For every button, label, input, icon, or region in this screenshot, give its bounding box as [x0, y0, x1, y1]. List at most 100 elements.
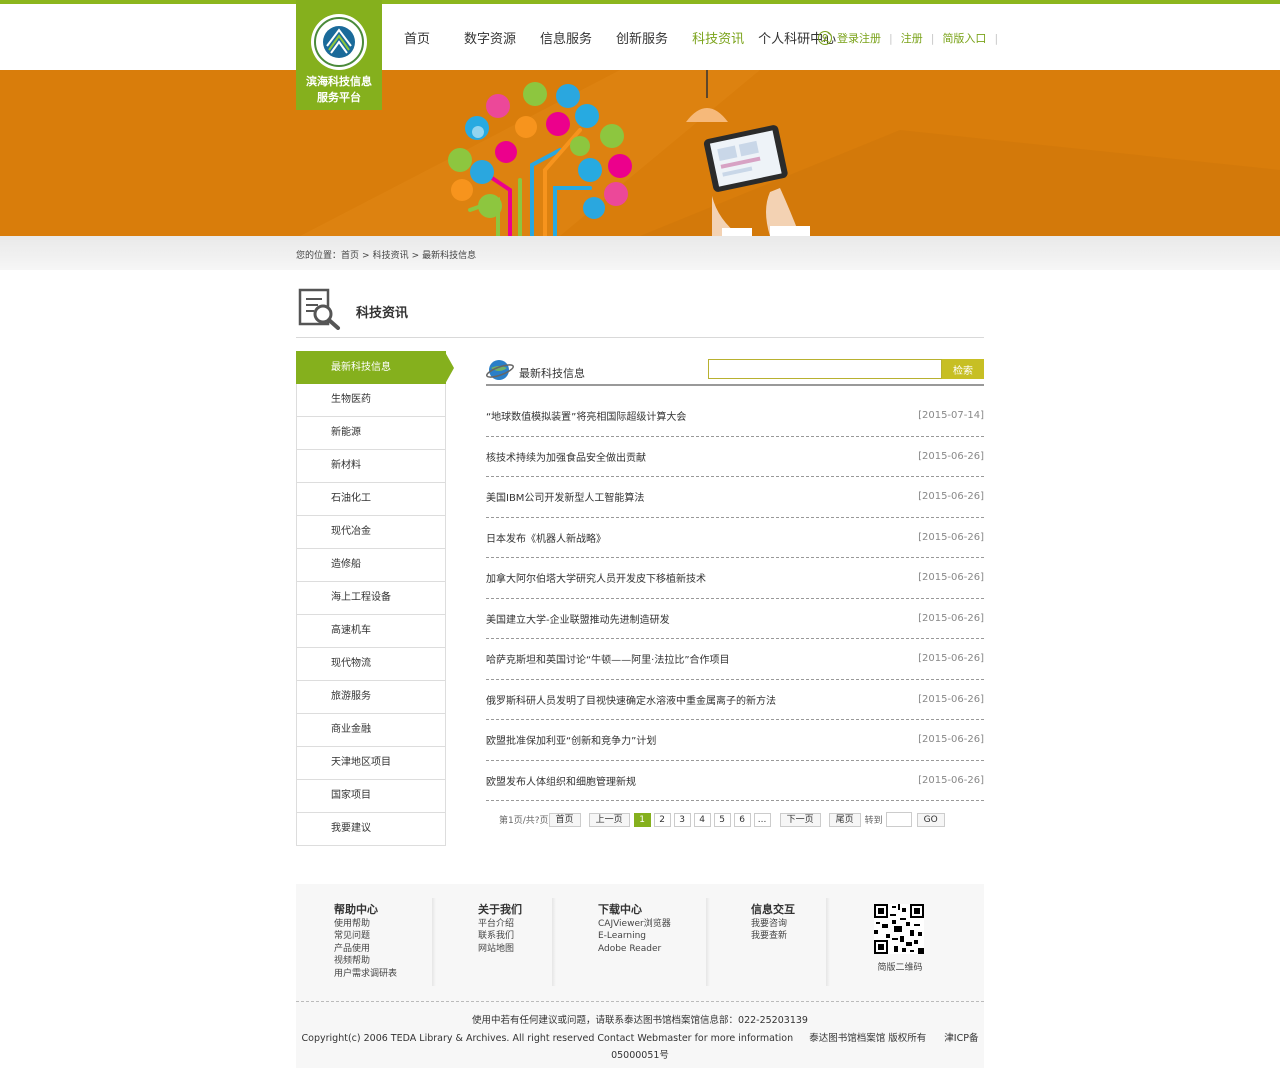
footer-icp-number: 05000051号 — [611, 1050, 669, 1061]
sidebar-item-logistics[interactable]: 现代物流 — [296, 648, 446, 681]
auth-links: 登录注册 | 注册 | 简版入口 | — [818, 30, 1006, 46]
news-title-link[interactable]: 核技术持续为加强食品安全做出贡献 — [486, 449, 646, 464]
go-button[interactable]: GO — [916, 812, 945, 827]
news-title-link[interactable]: 俄罗斯科研人员发明了目视快速确定水溶液中重金属离子的新方法 — [486, 692, 776, 707]
sidebar-item-biomedicine[interactable]: 生物医药 — [296, 384, 446, 417]
sidebar-item-tianjin-projects[interactable]: 天津地区项目 — [296, 747, 446, 780]
divider: | — [930, 31, 935, 45]
section-title: 科技资讯 — [356, 306, 409, 321]
page-number-button[interactable]: 1 — [633, 812, 651, 827]
footer-link[interactable]: 联系我们 — [478, 930, 522, 943]
next-page-button[interactable]: 下一页 — [779, 812, 821, 827]
news-item[interactable]: 俄罗斯科研人员发明了目视快速确定水溶液中重金属离子的新方法 [2015-06-26… — [486, 680, 984, 720]
news-title-link[interactable]: 加拿大阿尔伯塔大学研究人员开发皮下移植新技术 — [486, 570, 706, 585]
logo-title-line2: 服务平台 — [317, 91, 361, 104]
search-input[interactable] — [708, 359, 942, 379]
news-date: [2015-06-26] — [918, 491, 984, 503]
footer-col-title: 帮助中心 — [334, 903, 378, 916]
footer-icp: 津ICP备 — [944, 1033, 979, 1044]
prev-page-button[interactable]: 上一页 — [588, 812, 630, 827]
globe-icon — [486, 360, 514, 380]
news-title-link[interactable]: “地球数值模拟装置”将亮相国际超级计算大会 — [486, 408, 686, 423]
page-number-button[interactable]: 6 — [733, 812, 751, 827]
category-sidebar: 最新科技信息 生物医药 新能源 新材料 石油化工 现代冶金 造修船 海上工程设备… — [296, 351, 454, 846]
sidebar-item-shipbuilding[interactable]: 造修船 — [296, 549, 446, 582]
footer-link[interactable]: 常见问题 — [334, 930, 397, 943]
section-header: 科技资讯 — [296, 284, 984, 338]
footer-link[interactable]: CAJViewer浏览器 — [598, 918, 671, 931]
sidebar-item-latest[interactable]: 最新科技信息 — [296, 351, 454, 384]
page-number-button[interactable]: 5 — [713, 812, 731, 827]
news-title-link[interactable]: 日本发布《机器人新战略》 — [486, 530, 606, 545]
news-title-link[interactable]: 哈萨克斯坦和英国讨论“牛顿——阿里·法拉比”合作项目 — [486, 651, 730, 666]
news-item[interactable]: 欧盟发布人体组织和细胞管理新规 [2015-06-26] — [486, 761, 984, 801]
news-title: 最新科技信息 — [519, 367, 585, 380]
sidebar-item-metallurgy[interactable]: 现代冶金 — [296, 516, 446, 549]
footer-link[interactable]: 我要查新 — [751, 930, 795, 943]
last-page-button[interactable]: 尾页 — [828, 812, 861, 827]
nav-home[interactable]: 首页 — [392, 28, 442, 47]
news-title-link[interactable]: 欧盟发布人体组织和细胞管理新规 — [486, 773, 636, 788]
footer-link[interactable]: Adobe Reader — [598, 943, 671, 956]
sidebar-item-petrochemical[interactable]: 石油化工 — [296, 483, 446, 516]
sidebar-item-new-energy[interactable]: 新能源 — [296, 417, 446, 450]
simple-version-link[interactable]: 简版入口 — [942, 30, 986, 46]
breadcrumb-prefix: 您的位置： — [296, 251, 342, 261]
sidebar-item-high-speed-rail[interactable]: 高速机车 — [296, 615, 446, 648]
news-item[interactable]: 核技术持续为加强食品安全做出贡献 [2015-06-26] — [486, 437, 984, 477]
login-link[interactable]: 登录注册 — [837, 30, 881, 46]
breadcrumb-separator: > — [411, 251, 420, 261]
breadcrumb: 您的位置：首页 > 科技资讯 > 最新科技信息 — [296, 248, 479, 261]
sidebar-item-new-materials[interactable]: 新材料 — [296, 450, 446, 483]
news-title-link[interactable]: 美国建立大学-企业联盟推动先进制造研发 — [486, 611, 670, 626]
footer-link[interactable]: 用户需求调研表 — [334, 968, 397, 981]
hero-banner — [0, 70, 1280, 236]
sidebar-item-national-projects[interactable]: 国家项目 — [296, 780, 446, 813]
site-logo[interactable]: 滨海科技信息 服务平台 — [296, 0, 382, 110]
footer-link[interactable]: 平台介绍 — [478, 918, 522, 931]
divider: | — [994, 31, 999, 45]
news-item[interactable]: 美国建立大学-企业联盟推动先进制造研发 [2015-06-26] — [486, 599, 984, 639]
news-item[interactable]: 美国IBM公司开发新型人工智能算法 [2015-06-26] — [486, 477, 984, 518]
news-item[interactable]: 欧盟批准保加利亚“创新和竞争力”计划 [2015-06-26] — [486, 720, 984, 761]
breadcrumb-section[interactable]: 科技资讯 — [373, 251, 409, 261]
sidebar-item-offshore-equipment[interactable]: 海上工程设备 — [296, 582, 446, 615]
footer-link[interactable]: 视频帮助 — [334, 955, 397, 968]
footer-owner: 泰达图书馆档案馆 版权所有 — [809, 1033, 927, 1044]
news-item[interactable]: 日本发布《机器人新战略》 [2015-06-26] — [486, 518, 984, 558]
footer-link[interactable]: E-Learning — [598, 930, 671, 943]
qr-label: 简版二维码 — [877, 963, 923, 973]
nav-innovation-services[interactable]: 创新服务 — [604, 28, 680, 47]
news-title-link[interactable]: 美国IBM公司开发新型人工智能算法 — [486, 489, 644, 504]
pagination: 第1页/共?页 首页 上一页 1 2 3 4 5 6... 下一页 尾页 转到 GO — [486, 812, 984, 827]
first-page-button[interactable]: 首页 — [548, 812, 581, 827]
register-link[interactable]: 注册 — [901, 30, 923, 46]
news-item[interactable]: 加拿大阿尔伯塔大学研究人员开发皮下移植新技术 [2015-06-26] — [486, 558, 984, 599]
nav-info-services[interactable]: 信息服务 — [528, 28, 604, 47]
page-number-button[interactable]: 4 — [693, 812, 711, 827]
nav-digital-resources[interactable]: 数字资源 — [442, 28, 528, 47]
breadcrumb-current: 最新科技信息 — [422, 251, 477, 261]
news-item[interactable]: “地球数值模拟装置”将亮相国际超级计算大会 [2015-07-14] — [486, 396, 984, 437]
footer-link[interactable]: 使用帮助 — [334, 918, 397, 931]
footer-col-title: 关于我们 — [478, 903, 522, 916]
sidebar-item-tourism[interactable]: 旅游服务 — [296, 681, 446, 714]
search-button[interactable]: 检索 — [942, 359, 984, 379]
footer-link[interactable]: 网站地图 — [478, 943, 522, 956]
page-number-button[interactable]: 2 — [653, 812, 671, 827]
sidebar-item-suggestions[interactable]: 我要建议 — [296, 813, 446, 846]
footer-col-help: 帮助中心 使用帮助 常见问题 产品使用 视频帮助 用户需求调研表 — [334, 903, 397, 981]
page-number-button[interactable]: 3 — [673, 812, 691, 827]
goto-page-input[interactable] — [885, 812, 912, 827]
footer-link[interactable]: 产品使用 — [334, 943, 397, 956]
page-number-button[interactable]: ... — [753, 812, 771, 827]
news-title-link[interactable]: 欧盟批准保加利亚“创新和竞争力”计划 — [486, 732, 656, 747]
footer-link[interactable]: 我要咨询 — [751, 918, 795, 931]
news-item[interactable]: 哈萨克斯坦和英国讨论“牛顿——阿里·法拉比”合作项目 [2015-06-26] — [486, 639, 984, 680]
footer-separator — [296, 1001, 984, 1002]
qr-code-icon — [874, 904, 924, 954]
breadcrumb-home[interactable]: 首页 — [341, 251, 359, 261]
footer-col-download: 下载中心 CAJViewer浏览器 E-Learning Adobe Reade… — [598, 903, 671, 956]
nav-tech-news[interactable]: 科技资讯 — [680, 28, 756, 47]
sidebar-item-finance[interactable]: 商业金融 — [296, 714, 446, 747]
